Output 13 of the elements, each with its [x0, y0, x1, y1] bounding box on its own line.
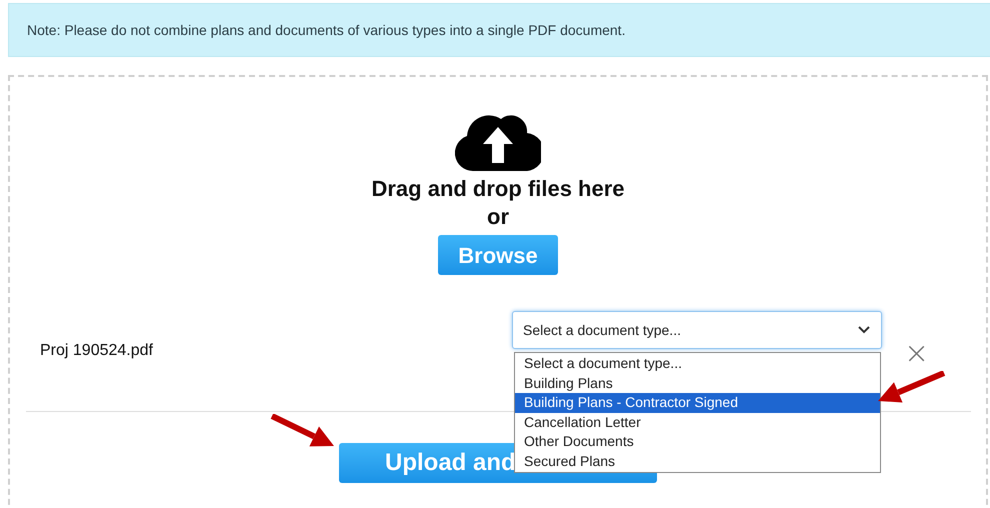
dropdown-option[interactable]: Select a document type...	[515, 354, 880, 374]
document-type-select[interactable]: Select a document type...	[512, 311, 882, 349]
dropdown-option[interactable]: Building Plans	[515, 374, 880, 393]
dropdown-option[interactable]: Building Plans - Contractor Signed	[515, 393, 880, 412]
arrow-icon	[270, 414, 336, 448]
note-banner: Note: Please do not combine plans and documents of various types into a single PDF document.	[8, 3, 990, 57]
dropdown-option[interactable]: Cancellation Letter	[515, 412, 880, 432]
or-label: or	[487, 203, 509, 231]
dropzone-heading: Drag and drop files here	[371, 175, 625, 203]
remove-file-button[interactable]: ×	[904, 339, 930, 369]
arrow-icon	[876, 371, 946, 405]
chevron-down-icon	[857, 325, 871, 335]
file-name: Proj 190524.pdf	[40, 341, 153, 361]
